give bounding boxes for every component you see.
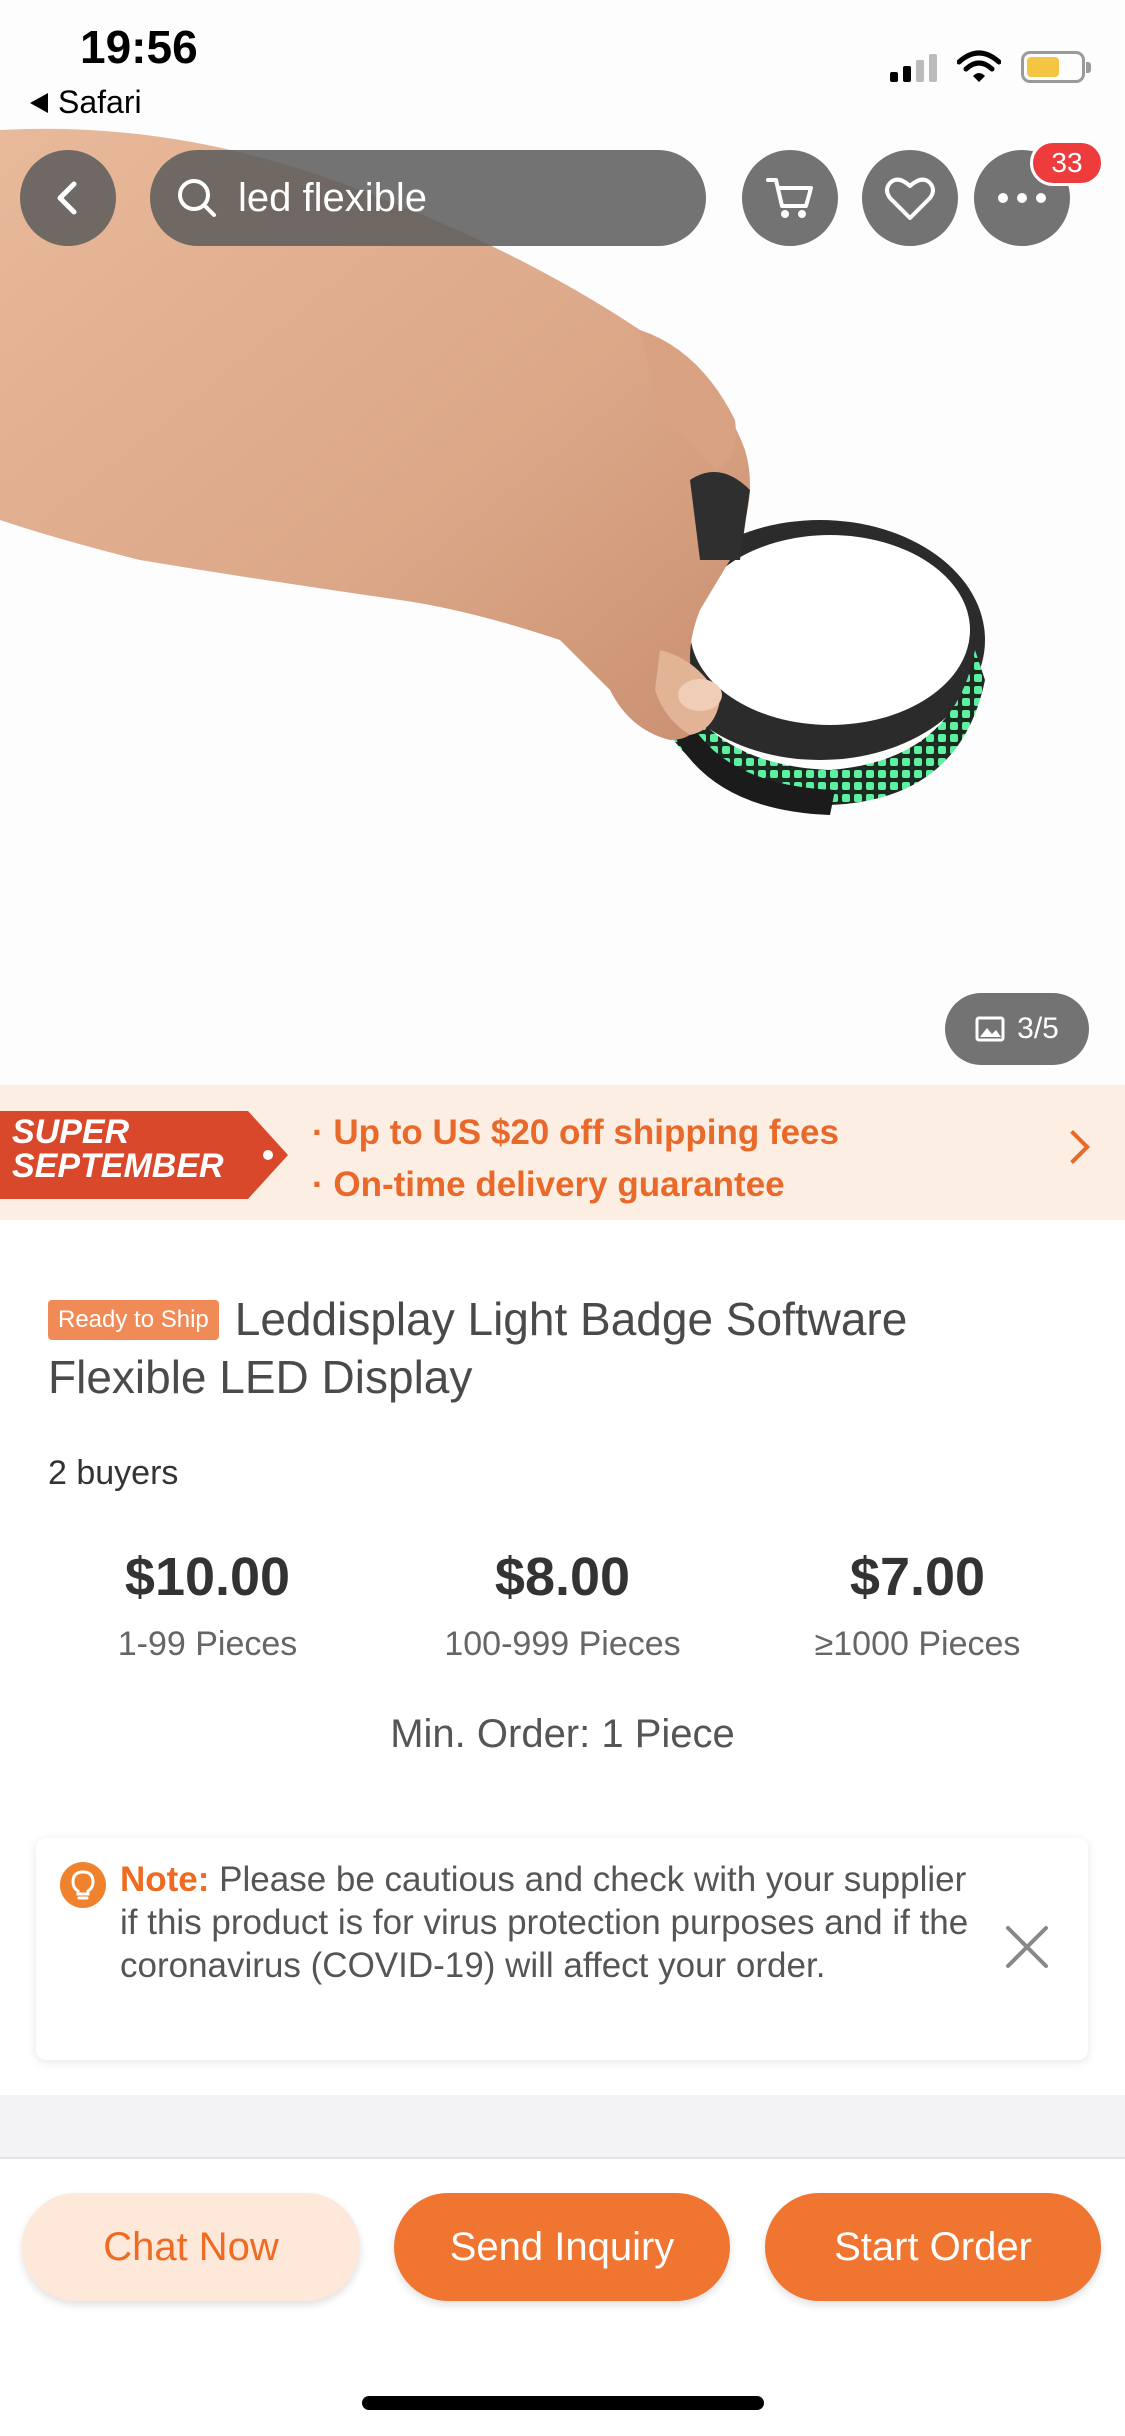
- status-time: 19:56: [80, 21, 198, 73]
- tier-quantity: ≥1000 Pieces: [814, 1625, 1021, 1663]
- covid-note-card: Note: Please be cautious and check with …: [36, 1838, 1088, 2060]
- image-counter-text: 3/5: [1017, 1012, 1059, 1045]
- note-body: Please be cautious and check with your s…: [120, 1860, 969, 1985]
- image-icon: [975, 1016, 1005, 1042]
- search-icon: [178, 179, 216, 217]
- home-indicator[interactable]: [362, 2396, 764, 2410]
- close-icon[interactable]: [1002, 1922, 1052, 1972]
- battery-icon: [1021, 51, 1091, 83]
- cart-icon: [766, 178, 813, 218]
- tier-quantity: 1-99 Pieces: [117, 1625, 298, 1663]
- tier-price: $8.00: [494, 1547, 631, 1607]
- buyers-count: 2 buyers: [48, 1454, 179, 1492]
- price-tier: $7.00 ≥1000 Pieces: [740, 1545, 1095, 1664]
- price-tier: $8.00 100-999 Pieces: [385, 1545, 740, 1664]
- price-tiers: $10.00 1-99 Pieces $8.00 100-999 Pieces …: [30, 1545, 1095, 1664]
- note-label: Note:: [120, 1860, 210, 1899]
- chevron-right-icon: [1056, 1130, 1090, 1164]
- favorite-button[interactable]: [862, 150, 958, 246]
- status-icons: [890, 50, 1091, 84]
- note-text: Note: Please be cautious and check with …: [120, 1858, 980, 1987]
- product-title: Ready to Ship Leddisplay Light Badge Soft…: [48, 1290, 1058, 1406]
- promo-line-delivery: · On-time delivery guarantee: [312, 1165, 785, 1204]
- section-divider: [0, 2095, 1125, 2157]
- tier-quantity: 100-999 Pieces: [444, 1625, 681, 1663]
- back-button[interactable]: [20, 150, 116, 246]
- bottom-action-bar: Chat Now Send Inquiry Start Order: [0, 2157, 1125, 2436]
- tier-price: $7.00: [849, 1547, 986, 1607]
- start-order-button[interactable]: Start Order: [765, 2193, 1101, 2301]
- price-tier: $10.00 1-99 Pieces: [30, 1545, 385, 1664]
- cart-button[interactable]: [742, 150, 838, 246]
- back-arrow-icon: [57, 181, 77, 215]
- cellular-signal-icon: [890, 52, 937, 82]
- back-app-label: Safari: [58, 84, 142, 120]
- heart-icon: [885, 177, 935, 220]
- image-counter: 3/5: [945, 993, 1089, 1065]
- search-query-text: led flexible: [238, 175, 428, 220]
- ready-to-ship-badge: Ready to Ship: [48, 1300, 219, 1340]
- back-triangle-icon: [30, 92, 48, 113]
- back-to-app-link[interactable]: Safari: [30, 84, 142, 121]
- more-icon: [998, 193, 1046, 203]
- promo-banner[interactable]: SUPER SEPTEMBER · Up to US $20 off shipp…: [0, 1085, 1125, 1220]
- notification-count-badge: 33: [1030, 140, 1104, 186]
- promo-line-shipping: · Up to US $20 off shipping fees: [312, 1113, 839, 1152]
- wifi-icon: [957, 50, 1001, 82]
- super-september-label: SUPER SEPTEMBER: [12, 1113, 224, 1185]
- promo-benefits: · Up to US $20 off shipping fees · On-ti…: [312, 1107, 839, 1211]
- min-order: Min. Order: 1 Piece: [390, 1712, 735, 1756]
- search-bar[interactable]: led flexible: [150, 150, 706, 246]
- send-inquiry-button[interactable]: Send Inquiry: [394, 2193, 730, 2301]
- tier-price: $10.00: [124, 1547, 291, 1607]
- chat-now-button[interactable]: Chat Now: [22, 2193, 360, 2301]
- lightbulb-icon: [60, 1862, 106, 1908]
- product-image-gallery[interactable]: 19:56 Safari led flexible 33 3/5: [0, 0, 1125, 1085]
